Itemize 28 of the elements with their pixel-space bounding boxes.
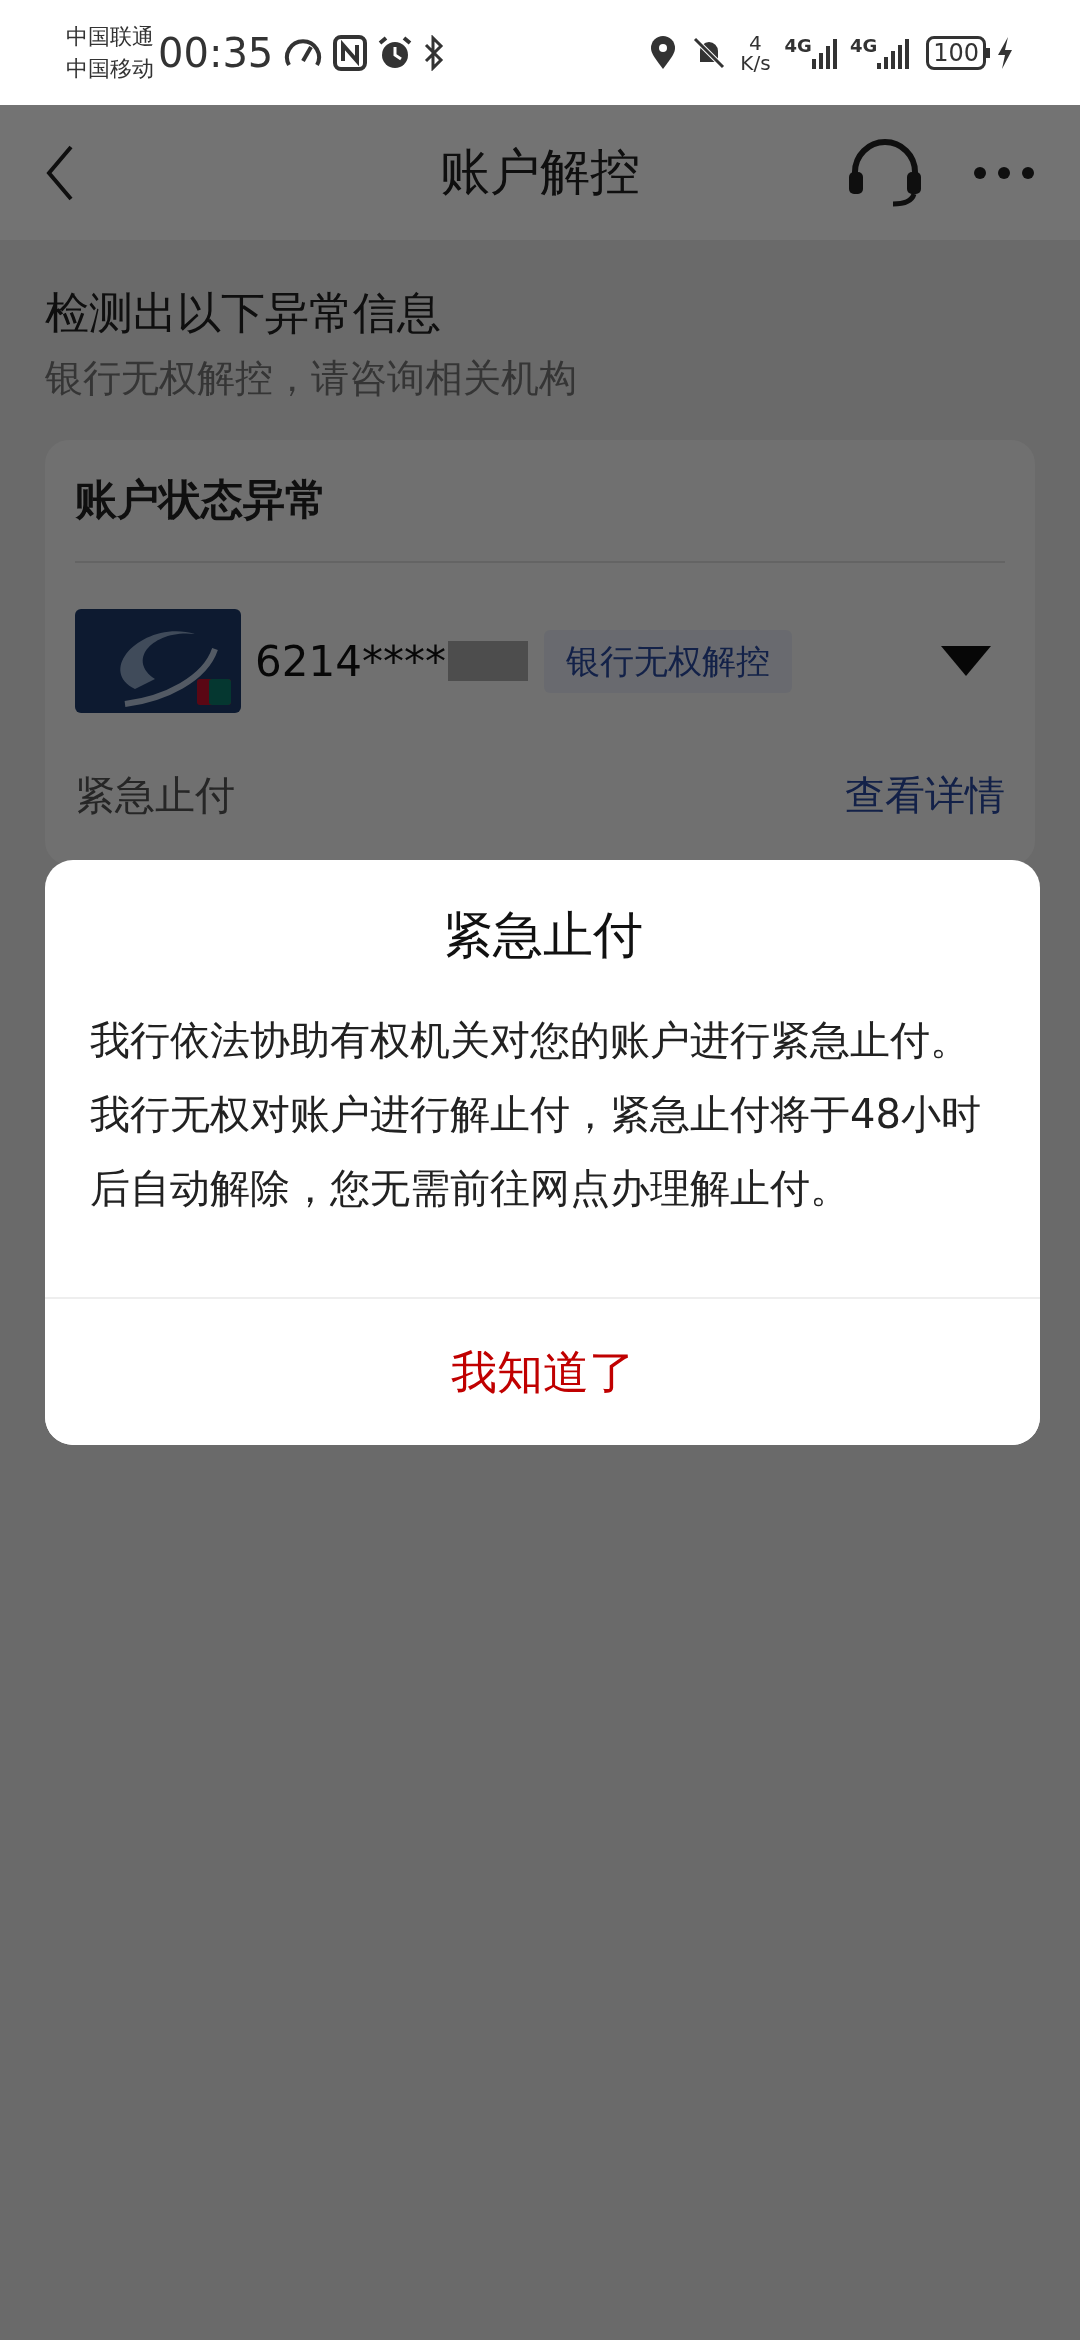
headset-icon[interactable] (847, 137, 923, 208)
page-title: 账户解控 (440, 142, 640, 203)
network-type: 4G (849, 36, 878, 55)
account-number: 6214**** (255, 635, 446, 688)
muted-bell-icon (692, 35, 727, 70)
bluetooth-icon (423, 34, 446, 71)
location-icon (650, 35, 677, 70)
dialog-message: 我行依法协助有权机关对您的账户进行紧急止付。我行无权对账户进行解止付，紧急止付将于48小时后自动解除，您无需前往网点办理解止付。 (89, 1016, 982, 1213)
dropdown-arrow-icon[interactable] (941, 646, 991, 676)
carrier-name: 中国联通 (66, 22, 154, 51)
signal-icon (811, 36, 838, 69)
row-label: 紧急止付 (75, 771, 235, 820)
speed-unit: K/s (740, 52, 771, 73)
status-badge: 银行无权解控 (543, 629, 792, 693)
carrier-name: 中国移动 (66, 54, 154, 83)
signal-icon (877, 36, 911, 69)
alarm-icon (377, 34, 414, 71)
speed-value: 4 (749, 32, 762, 53)
clock-time: 00:35 (158, 28, 274, 78)
more-icon[interactable] (973, 165, 1035, 180)
network-type: 4G (784, 36, 812, 55)
notice-title: 检测出以下异常信息 (45, 286, 442, 340)
nfc-icon (333, 34, 368, 71)
battery-level: 100 (926, 35, 986, 70)
back-icon[interactable] (45, 144, 75, 201)
card-title: 账户状态异常 (75, 474, 328, 526)
dialog-title: 紧急止付 (441, 905, 644, 966)
charging-icon (996, 35, 1014, 70)
